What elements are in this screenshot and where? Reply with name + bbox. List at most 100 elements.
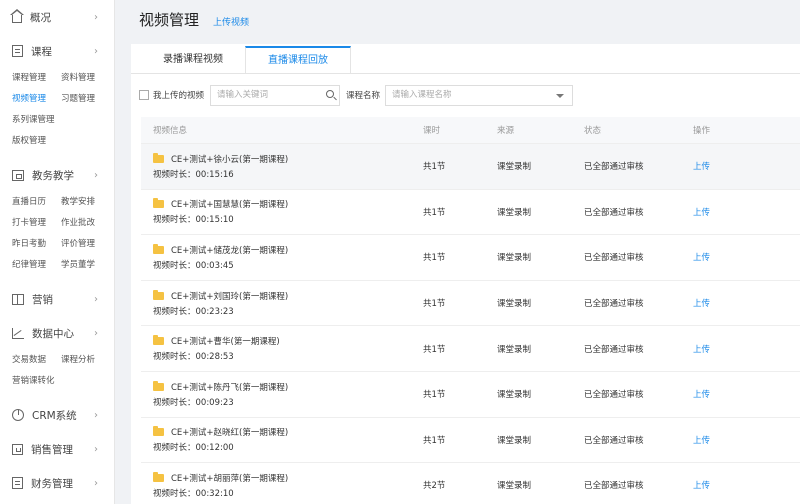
upload-action-link[interactable]: 上传 [693,299,710,309]
sidebar-item-student-supervise[interactable]: 学员董学 [61,255,110,276]
sidebar-item-homework-review[interactable]: 作业批改 [61,213,110,234]
sidebar-item-series-manage[interactable]: 系列课管理 [12,110,61,131]
sidebar-section-label: 数据中心 [32,327,74,340]
folder-icon [153,335,164,346]
table-header: 视频信息 课时 来源 状态 操作 [141,117,800,144]
chevron-right-icon: › [94,443,98,455]
video-info-cell: CE+测试+徐小云(第一期课程) 视频时长：00:15:16 [141,152,423,180]
caret-down-icon [556,93,565,98]
tab-recorded-videos[interactable]: 录播课程视频 [141,46,245,74]
column-header-source: 来源 [497,126,515,136]
status-cell: 已全部通过审核 [584,390,644,401]
keyword-search-input[interactable] [211,85,320,105]
sidebar-item-material-manage[interactable]: 资料管理 [61,68,110,89]
upload-action-link[interactable]: 上传 [693,481,710,491]
sidebar-item-course-analysis[interactable]: 课程分析 [61,350,110,371]
sidebar-section-label: 财务管理 [31,477,73,490]
sidebar-item-attendance[interactable]: 昨日考勤 [12,234,61,255]
source-cell: 课堂录制 [497,299,532,310]
video-info-cell: CE+测试+陈丹飞(第一期课程) 视频时长：00:09:23 [141,380,423,408]
upload-action-link[interactable]: 上传 [693,253,710,263]
status-cell: 已全部通过审核 [584,207,644,218]
upload-action-link[interactable]: 上传 [693,162,710,172]
sidebar-item-course-manage[interactable]: 课程管理 [12,68,61,89]
sidebar-section-label: 课程 [31,45,52,58]
source-cell: 课堂录制 [497,162,532,173]
source-cell: 课堂录制 [497,253,532,264]
sidebar-item-exercise-manage[interactable]: 习题管理 [61,89,110,110]
folder-icon [153,471,164,482]
sidebar-section-teaching[interactable]: 教务教学 › [0,158,114,192]
sidebar-teaching-items: 直播日历 教学安排 打卡管理 作业批改 昨日考勤 评价管理 纪律管理 学员董学 [0,192,114,282]
video-name: CE+测试+刘国玲(第一期课程) [153,289,423,302]
chevron-right-icon: › [94,169,98,181]
chevron-right-icon: › [94,293,98,305]
upload-action-link[interactable]: 上传 [693,436,710,446]
folder-icon [153,289,164,300]
video-name: CE+测试+储茂龙(第一期课程) [153,243,423,256]
search-icon[interactable] [326,89,335,98]
video-duration: 视频时长：00:15:10 [153,215,234,226]
sidebar-item-teaching-plan[interactable]: 教学安排 [61,192,110,213]
filter-bar: 我上传的视频 课程名称 请输入课程名称 [139,84,574,106]
status-cell: 已全部通过审核 [584,344,644,355]
video-duration: 视频时长：00:09:23 [153,397,234,408]
sidebar-item-live-calendar[interactable]: 直播日历 [12,192,61,213]
tab-bar: 录播课程视频 直播课程回放 [141,46,351,74]
sidebar-section-label: 营销 [32,293,53,306]
lessons-cell: 共1节 [423,253,446,264]
course-name-select[interactable]: 请输入课程名称 [385,84,574,106]
video-title: CE+测试+徐小云(第一期课程) [171,154,289,165]
video-name: CE+测试+陈丹飞(第一期课程) [153,380,423,393]
video-duration: 视频时长：00:12:00 [153,443,234,454]
video-info-cell: CE+测试+储茂龙(第一期课程) 视频时长：00:03:45 [141,243,423,271]
folder-icon [153,380,164,391]
main-content: 视频管理 上传视频 录播课程视频 直播课程回放 我上传的视频 课程名称 请输入课… [115,0,800,504]
my-upload-label: 我上传的视频 [153,91,205,101]
chevron-right-icon: › [94,409,98,421]
sidebar-data-items: 交易数据 课程分析 营销课转化 [0,350,114,398]
folder-icon [153,426,164,437]
video-duration: 视频时长：00:23:23 [153,306,234,317]
sidebar-section-course[interactable]: 课程 › [0,34,114,68]
sidebar-item-marketing-conversion[interactable]: 营销课转化 [12,371,61,392]
table-row: CE+测试+陈丹飞(第一期课程) 视频时长：00:09:23 共1节 课堂录制 已全部通… [141,372,800,418]
table-row: CE+测试+胡丽萍(第一期课程) 视频时长：00:32:10 共2节 课堂录制 已全部通… [141,463,800,504]
sidebar-item-checkin-manage[interactable]: 打卡管理 [12,213,61,234]
table-row: CE+测试+徐小云(第一期课程) 视频时长：00:15:16 共1节 课堂录制 已全部通… [141,144,800,190]
video-title: CE+测试+国慧慧(第一期课程) [171,200,289,211]
sidebar-item-copyright-manage[interactable]: 版权管理 [12,131,61,152]
lessons-cell: 共1节 [423,207,446,218]
my-upload-checkbox[interactable] [139,90,149,100]
status-cell: 已全部通过审核 [584,299,644,310]
lessons-cell: 共2节 [423,481,446,492]
keyword-search-box [210,84,341,106]
video-info-cell: CE+测试+赵晓红(第一期课程) 视频时长：00:12:00 [141,426,423,453]
sidebar-item-video-manage[interactable]: 视频管理 [12,89,61,110]
sidebar-item-discipline[interactable]: 纪律管理 [12,255,61,276]
upload-action-link[interactable]: 上传 [693,345,710,355]
sidebar-section-crm[interactable]: CRM系统 › [0,398,114,432]
sidebar-section-data-center[interactable]: 数据中心 › [0,316,114,350]
table-row: CE+测试+曹华(第一期课程) 视频时长：00:28:53 共1节 课堂录制 已全部通过… [141,326,800,372]
sidebar-section-sales[interactable]: 销售管理 › [0,432,114,466]
sidebar-section-marketing[interactable]: 营销 › [0,282,114,316]
upload-video-link[interactable]: 上传视频 [213,15,249,28]
course-name-placeholder: 请输入课程名称 [392,89,452,100]
sidebar-section-overview[interactable]: 概况 › [0,0,114,34]
sidebar-course-items: 课程管理 资料管理 视频管理 习题管理 系列课管理 版权管理 [0,68,114,158]
video-name: CE+测试+徐小云(第一期课程) [153,152,423,165]
chevron-right-icon: › [94,11,98,23]
chevron-right-icon: › [94,477,98,489]
document-icon [12,45,23,57]
upload-action-link[interactable]: 上传 [693,208,710,218]
status-cell: 已全部通过审核 [584,481,644,492]
upload-action-link[interactable]: 上传 [693,390,710,400]
video-info-cell: CE+测试+曹华(第一期课程) 视频时长：00:28:53 [141,335,423,362]
sidebar-section-finance[interactable]: 财务管理 › [0,466,114,500]
sidebar-item-trade-data[interactable]: 交易数据 [12,350,61,371]
finance-doc-icon [12,477,23,489]
tab-live-replay[interactable]: 直播课程回放 [245,46,351,74]
source-cell: 课堂录制 [497,481,532,492]
sidebar-item-evaluation[interactable]: 评价管理 [61,234,110,255]
